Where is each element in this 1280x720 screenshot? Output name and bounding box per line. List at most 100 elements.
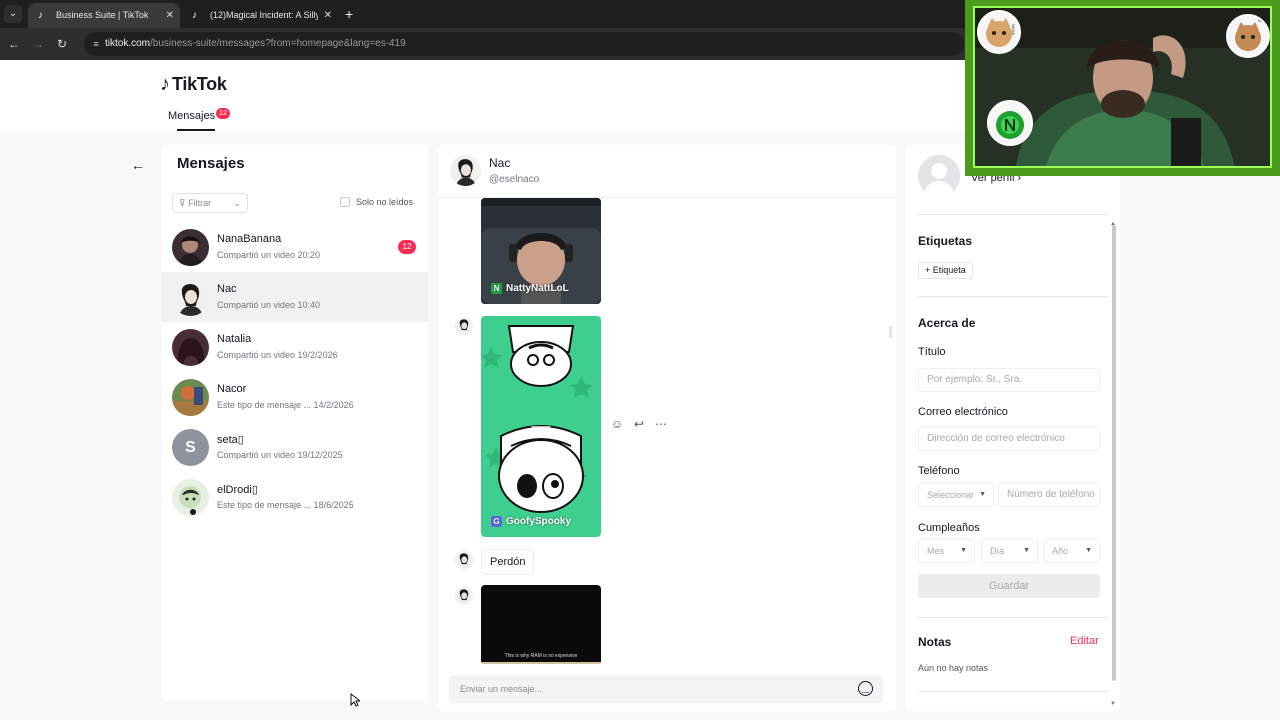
cat-badge-left: NANA [977,10,1021,54]
cat-badge-right: NATO [1226,14,1270,58]
avatar [455,551,473,569]
message-input[interactable]: Enviar un mensaje... ‿ [449,675,883,703]
browser-tab-magical-incident[interactable]: ♪ (12)Magical Incident: A Silly Ani ✕ [182,3,338,28]
tiktok-icon: ♪ [38,10,43,21]
more-icon[interactable]: ⋯ [654,417,668,431]
video-author-name: NattyNattLoL [506,283,569,294]
tiktok-logo[interactable]: ♪ TikTok [160,72,227,96]
conversation-preview: Compartió un video 10:40 [217,300,321,310]
chat-contact-name[interactable]: Nac [489,156,510,170]
message-input-placeholder: Enviar un mensaje... [460,684,543,694]
url-field[interactable]: ≡ tiktok.com/business-suite/messages?fro… [84,32,964,56]
conversation-name: Natalia [217,333,252,345]
title-label: Título [918,346,946,358]
video-progress [481,662,601,664]
tab-search-button[interactable]: ⌄ [4,5,22,23]
chat-header: Nac @eselnaco [438,145,896,198]
save-button[interactable]: Guardar [918,574,1100,598]
conversation-name: Nacor [217,383,247,395]
avatar [918,155,960,197]
title-field[interactable]: Por ejemplo: Sr., Sra. [918,368,1100,392]
chat-panel: Nac @eselnaco N NattyNattLoL G GoofySpoo… [438,145,896,711]
back-icon[interactable]: ← [5,35,23,53]
text-message[interactable]: Perdón [481,549,535,575]
birthday-month-select[interactable]: Mes ▼ [918,539,975,563]
badge-text: NATO [1258,18,1269,23]
mouse-cursor-icon [350,693,360,707]
close-icon[interactable]: ✕ [166,3,174,28]
email-label: Correo electrónico [918,406,1008,418]
shared-video-card[interactable]: This is why RAM is so expensive [481,585,601,664]
conversation-list: NanaBanana Compartió un video 20:20 12 N… [162,222,428,522]
conversation-item[interactable]: Natalia Compartió un video 19/2/2026 [162,322,428,372]
conversation-item[interactable]: S seta▯ Compartió un video 19/12/2025 [162,422,428,472]
message-list[interactable]: N NattyNattLoL G GoofySpooky ☺ ↩ ⋯ Perdó… [438,198,896,664]
birthday-day-select[interactable]: Día ▼ [981,539,1038,563]
chat-contact-handle: @eselnaco [489,174,540,185]
caret-down-icon: ▼ [960,547,967,554]
avatar-letter: S [172,429,209,466]
filter-icon: ⊽ [179,198,189,208]
back-arrow-icon[interactable]: ← [128,155,148,175]
shared-video-card[interactable]: N NattyNattLoL [481,198,601,304]
birthday-year-select[interactable]: Año ▼ [1043,539,1100,563]
birthday-label: Cumpleaños [918,522,980,534]
avatar[interactable] [450,155,481,186]
edit-notes-link[interactable]: Editar [1070,635,1099,647]
video-author: G GoofySpooky [491,516,571,527]
channel-icon: G [491,516,502,527]
conversation-name: Nac [217,283,237,295]
unread-only-checkbox[interactable]: Solo no leídos [340,197,413,207]
details-scrollbar[interactable] [1112,225,1116,681]
tab-title: Business Suite | TikTok [56,10,149,20]
chat-scrollbar[interactable] [889,326,892,338]
month-value: Mes [927,546,945,556]
contact-details-panel: Ver perfil › Etiquetas + Etiqueta Acerca… [906,145,1120,711]
conversation-item[interactable]: Nac Compartió un video 10:40 [162,272,428,322]
conversation-item[interactable]: Nacor Este tipo de mensaje ... 14/2/2026 [162,372,428,422]
reply-icon[interactable]: ↩ [632,417,646,431]
phone-number-field[interactable]: Número de teléfono [998,483,1100,507]
no-notes-text: Aún no hay notas [918,663,989,673]
avatar [455,587,473,605]
avatar [172,229,209,266]
add-tag-button[interactable]: + Etiqueta [918,262,973,279]
video-thumbnail [481,316,601,537]
logo-text: TikTok [172,73,227,94]
react-icon[interactable]: ☺ [610,417,624,431]
channel-icon: N [491,283,502,294]
conversation-name: seta▯ [217,434,244,446]
avatar [172,479,209,516]
conversation-preview: Compartió un video 19/12/2025 [217,450,343,460]
phone-label: Teléfono [918,465,960,477]
scroll-down-icon[interactable]: ▼ [1110,701,1116,707]
shared-video-card[interactable]: G GoofySpooky [481,316,601,537]
site-info-icon[interactable]: ≡ [90,38,102,50]
browser-tab-business-suite[interactable]: ♪ Business Suite | TikTok ✕ [28,3,180,28]
close-icon[interactable]: ✕ [324,3,332,28]
unread-only-label: Solo no leídos [356,197,414,207]
conversation-list-panel: Mensajes ⊽ Filtrar ⌄ Solo no leídos Nana… [162,145,428,701]
conversations-title: Mensajes [177,155,245,172]
conversation-item[interactable]: NanaBanana Compartió un video 20:20 12 [162,222,428,272]
green-badge [987,100,1033,146]
url-host: tiktok.com [105,38,151,49]
caret-down-icon: ▼ [1023,547,1030,554]
avatar: S [172,429,209,466]
divider [918,691,1108,692]
filter-dropdown[interactable]: ⊽ Filtrar ⌄ [172,193,248,213]
conversation-item[interactable]: elDrodi▯ Este tipo de mensaje ... 18/6/2… [162,472,428,522]
phone-country-value: Seleccionar [927,490,975,500]
url-text: tiktok.com/business-suite/messages?from=… [105,32,406,56]
reload-icon[interactable]: ↻ [53,35,71,53]
phone-country-select[interactable]: Seleccionar ▼ [918,483,994,507]
forward-icon[interactable]: → [29,35,47,53]
badge-text: NANA [1011,24,1016,36]
nav-messages-badge: 12 [216,108,230,119]
emoji-icon[interactable]: ‿ [858,681,873,696]
new-tab-button[interactable]: + [345,4,353,24]
nav-active-indicator [177,129,215,131]
email-field[interactable]: Dirección de correo electrónico [918,427,1100,451]
nav-messages[interactable]: Mensajes [168,110,215,122]
year-value: Año [1052,546,1069,556]
